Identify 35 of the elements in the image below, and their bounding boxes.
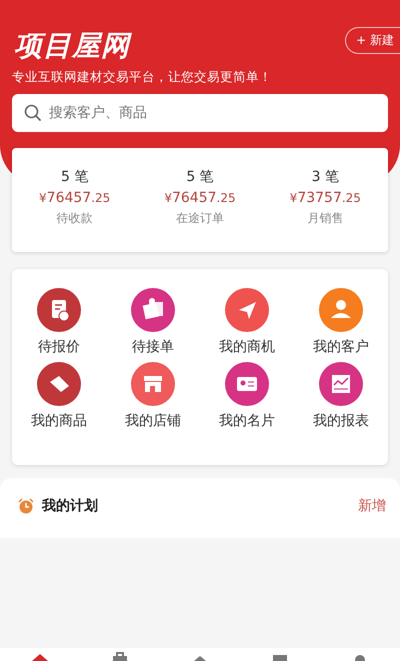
amount: ¥76457.25 xyxy=(39,190,110,206)
stat-label: 待收款 xyxy=(56,210,93,227)
shortcut-item[interactable]: 我的商品 xyxy=(12,362,106,430)
count: 5 笔 xyxy=(186,168,214,186)
shortcut-item[interactable]: 我的客户 xyxy=(294,288,388,356)
shortcut-item[interactable]: 待接单 xyxy=(106,288,200,356)
stat-label: 在途订单 xyxy=(176,210,224,227)
id-card-icon xyxy=(225,362,269,406)
shortcut-item[interactable]: 我的报表 xyxy=(294,362,388,430)
send-icon xyxy=(225,288,269,332)
slogan: 专业互联网建材交易平台，让您交易更简单！ xyxy=(12,69,273,86)
notes-icon xyxy=(131,288,175,332)
app-logo: 项目屋网 xyxy=(14,28,130,64)
search-icon xyxy=(24,104,41,121)
shortcut-item[interactable]: 我的店铺 xyxy=(106,362,200,430)
shortcut-item[interactable]: 我的名片 xyxy=(200,362,294,430)
tag-icon xyxy=(37,362,81,406)
count: 3 笔 xyxy=(312,168,339,186)
home-icon[interactable] xyxy=(30,651,50,661)
person-icon xyxy=(319,288,363,332)
amount: ¥73757.25 xyxy=(290,190,361,206)
shop-icon xyxy=(131,362,175,406)
invoice-icon xyxy=(37,288,81,332)
amount: ¥76457.25 xyxy=(164,190,236,206)
shortcut-item[interactable]: 我的商机 xyxy=(200,288,294,356)
briefcase-icon[interactable] xyxy=(110,651,130,661)
new-button[interactable]: + 新建 xyxy=(345,26,400,54)
count: 5 笔 xyxy=(60,168,88,186)
stat-label: 月销售 xyxy=(307,210,344,227)
alarm-clock-icon xyxy=(18,498,34,514)
add-link[interactable]: 新增 xyxy=(358,497,386,515)
shortcut-item[interactable]: 待报价 xyxy=(12,288,106,356)
section-title: 我的计划 xyxy=(42,497,98,515)
search-field[interactable]: 搜索客户、商品 xyxy=(12,94,388,132)
chart-icon xyxy=(319,362,363,406)
